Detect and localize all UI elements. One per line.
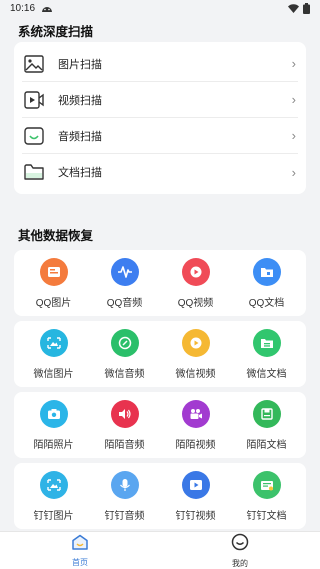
qq-audio-icon [110,257,139,286]
nav-tab-mine[interactable]: 我的 [200,533,280,569]
nav-tab-mine-label: 我的 [232,558,248,568]
status-bar: 10:16 [0,0,320,16]
scan-item-image[interactable]: 图片扫描 › [22,46,298,82]
recovery-item-qq-doc[interactable]: QQ文档 [232,257,302,309]
recovery-group-wechat: 微信图片 微信音频 微信视频 微信文档 [14,321,306,387]
audio-icon [24,126,44,146]
recovery-item-momo-audio[interactable]: 陌陌音频 [90,399,160,451]
grid-item-label: QQ文档 [248,297,285,309]
battery-icon [303,2,310,14]
chevron-right-icon: › [291,56,296,71]
wechat-doc-icon [252,328,281,357]
scan-item-document[interactable]: 文档扫描 › [22,154,298,190]
recovery-group-qq: QQ图片 QQ音频 QQ视频 QQ文档 [14,250,306,316]
qq-image-icon [39,257,68,286]
android-icon [41,4,53,13]
folder-icon [24,162,44,182]
video-icon [24,90,44,110]
recovery-item-momo-doc[interactable]: 陌陌文档 [232,399,302,451]
dingtalk-image-icon [39,470,68,499]
recovery-item-wechat-image[interactable]: 微信图片 [19,328,89,380]
grid-item-label: 微信音频 [104,368,145,380]
grid-item-label: 陌陌文档 [246,439,287,451]
system-scan-card: 图片扫描 › 视频扫描 › 音频扫描 › 文档扫描 › [14,42,306,194]
recovery-item-dingtalk-image[interactable]: 钉钉图片 [19,470,89,522]
momo-video-icon [181,399,210,428]
section-title-system-scan: 系统深度扫描 [18,25,94,39]
section-title-other-recovery: 其他数据恢复 [18,229,94,243]
recovery-item-dingtalk-video[interactable]: 钉钉视频 [161,470,231,522]
recovery-item-qq-image[interactable]: QQ图片 [19,257,89,309]
momo-doc-icon [252,399,281,428]
qq-doc-icon [252,257,281,286]
bottom-nav: 首页 我的 [0,531,320,569]
recovery-item-dingtalk-doc[interactable]: 钉钉文档 [232,470,302,522]
recovery-item-dingtalk-audio[interactable]: 钉钉音频 [90,470,160,522]
nav-tab-home[interactable]: 首页 [40,534,120,568]
status-time: 10:16 [10,2,36,14]
recovery-group-dingtalk: 钉钉图片 钉钉音频 钉钉视频 钉钉文档 [14,463,306,529]
recovery-item-wechat-doc[interactable]: 微信文档 [232,328,302,380]
chevron-right-icon: › [291,92,296,107]
qq-video-icon [181,257,210,286]
profile-smile-icon [231,533,249,556]
wechat-audio-icon [110,328,139,357]
dingtalk-doc-icon [252,470,281,499]
grid-item-label: QQ音频 [106,297,143,309]
scan-item-video[interactable]: 视频扫描 › [22,82,298,118]
momo-audio-icon [110,399,139,428]
grid-item-label: 钉钉图片 [33,510,74,522]
recovery-group-momo: 陌陌照片 陌陌音频 陌陌视频 陌陌文档 [14,392,306,458]
grid-item-label: 陌陌照片 [33,439,74,451]
nav-tab-home-label: 首页 [72,557,88,567]
grid-item-label: 陌陌音频 [104,439,145,451]
grid-item-label: 微信图片 [33,368,74,380]
grid-item-label: 钉钉文档 [246,510,287,522]
wechat-image-icon [39,328,68,357]
recovery-item-wechat-video[interactable]: 微信视频 [161,328,231,380]
recovery-item-qq-audio[interactable]: QQ音频 [90,257,160,309]
recovery-item-momo-video[interactable]: 陌陌视频 [161,399,231,451]
grid-item-label: 微信文档 [246,368,287,380]
scan-item-label: 图片扫描 [58,58,102,71]
scan-item-label: 音频扫描 [58,130,102,143]
grid-item-label: 陌陌视频 [175,439,216,451]
momo-photo-icon [39,399,68,428]
grid-item-label: QQ图片 [35,297,72,309]
dingtalk-video-icon [181,470,210,499]
dingtalk-audio-icon [110,470,139,499]
chevron-right-icon: › [291,164,296,180]
home-icon [71,534,89,555]
grid-item-label: 微信视频 [175,368,216,380]
scan-item-label: 视频扫描 [58,94,102,107]
recovery-item-momo-photo[interactable]: 陌陌照片 [19,399,89,451]
grid-item-label: QQ视频 [177,297,214,309]
grid-item-label: 钉钉视频 [175,510,216,522]
recovery-item-wechat-audio[interactable]: 微信音频 [90,328,160,380]
wechat-video-icon [181,328,210,357]
chevron-right-icon: › [291,128,296,143]
scan-item-label: 文档扫描 [58,167,102,179]
wifi-icon [288,3,299,13]
image-icon [24,54,44,74]
scan-item-audio[interactable]: 音频扫描 › [22,118,298,154]
grid-item-label: 钉钉音频 [104,510,145,522]
recovery-item-qq-video[interactable]: QQ视频 [161,257,231,309]
